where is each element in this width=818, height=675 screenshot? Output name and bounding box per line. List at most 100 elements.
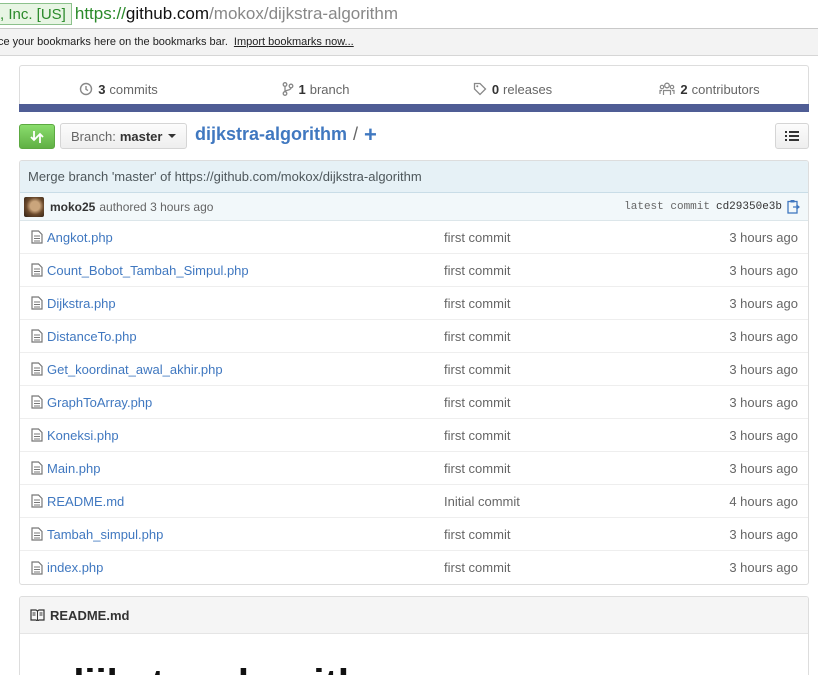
file-commit-message-link[interactable]: first commit xyxy=(444,428,664,443)
compare-arrows-icon xyxy=(30,130,44,143)
table-row: index.php first commit 3 hours ago xyxy=(20,551,808,584)
table-row: Tambah_simpul.php first commit 3 hours a… xyxy=(20,518,808,551)
avatar[interactable] xyxy=(24,196,44,217)
file-age: 3 hours ago xyxy=(729,427,798,443)
commit-authored-time: authored 3 hours ago xyxy=(99,199,214,214)
file-name-link[interactable]: GraphToArray.php xyxy=(47,395,444,410)
latest-commit-label: latest commit xyxy=(624,200,710,213)
commit-message[interactable]: Merge branch 'master' of https://github.… xyxy=(20,161,808,193)
readme-header: README.md xyxy=(20,597,808,634)
commit-meta: moko25 authored 3 hours ago latest commi… xyxy=(20,193,808,221)
table-row: DistanceTo.php first commit 3 hours ago xyxy=(20,320,808,353)
file-text-icon xyxy=(31,230,43,244)
file-age: 4 hours ago xyxy=(729,493,798,509)
url-path: /mokox/dijkstra-algorithm xyxy=(209,4,399,23)
file-commit-message-link[interactable]: first commit xyxy=(444,395,664,410)
url-scheme: https:// xyxy=(74,4,126,23)
file-age: 3 hours ago xyxy=(729,526,798,542)
branch-icon xyxy=(282,82,293,96)
import-bookmarks-link[interactable]: Import bookmarks now... xyxy=(234,36,354,48)
tag-icon xyxy=(473,82,487,96)
language-bar[interactable] xyxy=(19,104,809,112)
file-text-icon xyxy=(31,461,43,475)
file-name-link[interactable]: Koneksi.php xyxy=(47,428,444,443)
commit-author[interactable]: moko25 xyxy=(50,200,95,214)
file-age: 3 hours ago xyxy=(729,394,798,410)
history-icon xyxy=(79,82,93,96)
file-age: 3 hours ago xyxy=(729,295,798,311)
repo-name-link[interactable]: dijkstra-algorithm xyxy=(195,124,347,145)
file-age: 3 hours ago xyxy=(729,460,798,476)
readme-filename: README.md xyxy=(50,607,130,623)
file-name-link[interactable]: Count_Bobot_Tambah_Simpul.php xyxy=(47,263,444,278)
commits-label: commits xyxy=(109,81,158,97)
table-row: README.md Initial commit 4 hours ago xyxy=(20,485,808,518)
table-row: GraphToArray.php first commit 3 hours ag… xyxy=(20,386,808,419)
file-text-icon xyxy=(31,527,43,541)
file-name-link[interactable]: index.php xyxy=(47,560,444,575)
file-commit-message-link[interactable]: first commit xyxy=(444,329,664,344)
file-commit-message-link[interactable]: first commit xyxy=(444,296,664,311)
branch-label: Branch: xyxy=(71,128,116,144)
bookmarks-hint: ce your bookmarks here on the bookmarks … xyxy=(0,36,228,48)
file-text-icon xyxy=(31,428,43,442)
table-row: Count_Bobot_Tambah_Simpul.php first comm… xyxy=(20,254,808,287)
clipboard-icon[interactable] xyxy=(787,199,800,214)
commits-count: 3 xyxy=(98,81,106,97)
file-age: 3 hours ago xyxy=(729,229,798,245)
branch-name: master xyxy=(119,128,163,144)
address-bar[interactable]: , Inc. [US] https://github.com/mokox/dij… xyxy=(0,0,818,29)
file-list: Angkot.php first commit 3 hours ago Coun… xyxy=(20,221,808,584)
file-commit-message-link[interactable]: first commit xyxy=(444,560,664,575)
file-age: 3 hours ago xyxy=(729,361,798,377)
file-age: 3 hours ago xyxy=(729,262,798,278)
file-name-link[interactable]: README.md xyxy=(47,494,444,509)
releases-count: 0 xyxy=(491,81,500,97)
readme-body: dijkstra-algorithm xyxy=(20,634,808,675)
readme-panel: README.md dijkstra-algorithm xyxy=(19,596,809,675)
file-name-link[interactable]: Angkot.php xyxy=(47,230,444,245)
compare-button[interactable] xyxy=(19,124,55,149)
file-text-icon xyxy=(31,362,43,376)
chevron-down-icon xyxy=(168,134,177,138)
file-text-icon xyxy=(31,560,43,575)
url-host: github.com xyxy=(125,4,210,23)
contributors-count: 2 xyxy=(680,81,688,97)
releases-label: releases xyxy=(503,81,553,97)
file-name-link[interactable]: Get_koordinat_awal_akhir.php xyxy=(47,362,444,377)
book-icon xyxy=(30,609,45,621)
file-text-icon xyxy=(31,395,43,409)
file-commit-message-link[interactable]: first commit xyxy=(444,461,664,476)
file-age: 3 hours ago xyxy=(729,560,798,575)
branches-count: 1 xyxy=(298,81,306,97)
file-name-link[interactable]: Main.php xyxy=(47,461,444,476)
file-commit-message-link[interactable]: first commit xyxy=(444,527,664,542)
file-text-icon xyxy=(31,296,43,310)
breadcrumb: dijkstra-algorithm / + xyxy=(195,123,377,145)
table-row: Dijkstra.php first commit 3 hours ago xyxy=(20,287,808,320)
table-row: Get_koordinat_awal_akhir.php first commi… xyxy=(20,353,808,386)
file-name-link[interactable]: Tambah_simpul.php xyxy=(47,527,444,542)
list-icon xyxy=(785,131,799,141)
branch-select-button[interactable]: Branch: master xyxy=(60,123,188,149)
ev-certificate-badge[interactable]: , Inc. [US] xyxy=(0,3,72,25)
file-text-icon xyxy=(31,263,43,277)
add-file-button[interactable]: + xyxy=(364,123,377,145)
file-commit-message-link[interactable]: Initial commit xyxy=(444,494,664,509)
table-row: Koneksi.php first commit 3 hours ago xyxy=(20,419,808,452)
file-commit-message-link[interactable]: first commit xyxy=(444,362,664,377)
commit-sha[interactable]: cd29350e3b xyxy=(716,201,782,213)
table-row: Angkot.php first commit 3 hours ago xyxy=(20,221,808,254)
file-text-icon xyxy=(31,494,43,508)
list-view-button[interactable] xyxy=(775,123,809,149)
file-name-link[interactable]: Dijkstra.php xyxy=(47,296,444,311)
organization-icon xyxy=(659,82,676,95)
breadcrumb-separator: / xyxy=(353,124,359,144)
branches-label: branch xyxy=(309,81,350,97)
file-age: 3 hours ago xyxy=(729,328,798,344)
url-text[interactable]: https://github.com/mokox/dijkstra-algori… xyxy=(75,4,398,24)
file-commit-message-link[interactable]: first commit xyxy=(444,263,664,278)
file-commit-message-link[interactable]: first commit xyxy=(444,230,664,245)
file-name-link[interactable]: DistanceTo.php xyxy=(47,329,444,344)
table-row: Main.php first commit 3 hours ago xyxy=(20,452,808,485)
